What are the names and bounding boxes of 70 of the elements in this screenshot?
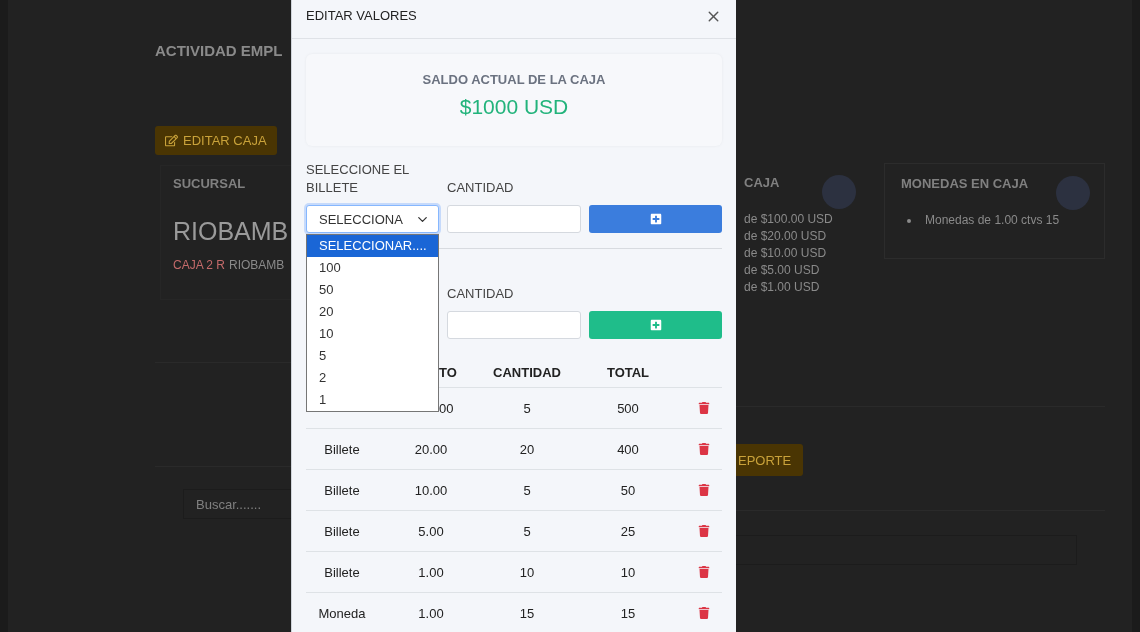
column-header: CANTIDAD	[492, 365, 562, 380]
search-field[interactable]	[736, 535, 1077, 565]
table-cell-text: 1.00	[417, 564, 445, 580]
delete-button[interactable]	[698, 402, 710, 414]
trash-icon	[698, 566, 710, 578]
table-cell-text: 20	[518, 441, 536, 457]
coin-item: Monedas de 1.00 ctvs 15	[925, 213, 1060, 227]
bill-select[interactable]: SELECCIONA	[306, 205, 439, 233]
bill-item: de $100.00 USD	[744, 212, 834, 226]
table-cell-text: Billete	[323, 564, 361, 580]
box-city: RIOBAMB	[229, 258, 285, 272]
trash-icon	[698, 443, 710, 455]
table-cell-text: Billete	[323, 523, 361, 539]
table-cell-text: 15	[619, 605, 637, 621]
branch-name: RIOBAMB	[173, 217, 290, 246]
trash-icon	[698, 402, 710, 414]
table-cell-text: 10	[518, 564, 536, 580]
add-bill-button[interactable]	[589, 205, 722, 233]
dropdown-option[interactable]: SELECCIONAR....	[307, 235, 438, 257]
balance-label: SALDO ACTUAL DE LA CAJA	[422, 72, 606, 87]
trash-icon	[698, 607, 710, 619]
delete-button[interactable]	[698, 566, 710, 578]
bill-item: de $20.00 USD	[744, 229, 828, 243]
table-cell-text: 25	[619, 523, 637, 539]
quantity-input[interactable]	[447, 311, 581, 339]
table-cell-text: 400	[616, 441, 640, 457]
bills-title: CAJA	[744, 175, 781, 190]
modal-title: EDITAR VALORES	[306, 8, 417, 23]
avatar-circle	[822, 175, 856, 209]
table-cell-text: 5	[522, 400, 532, 416]
bill-label: SELECCIONE EL BILLETE	[306, 161, 410, 197]
coins-title: MONEDAS EN CAJA	[901, 176, 1030, 191]
table-cell-text: Billete	[323, 441, 361, 457]
table-cell-text: 5	[522, 523, 532, 539]
table-cell-text: 50	[619, 482, 637, 498]
delete-button[interactable]	[698, 525, 710, 537]
table-cell-text: 1.00	[417, 605, 445, 621]
edit-icon	[165, 134, 178, 147]
delete-button[interactable]	[698, 484, 710, 496]
table-cell-text: 10	[619, 564, 637, 580]
table-cell-text: 10.00	[413, 482, 449, 498]
bill-item: de $5.00 USD	[744, 263, 821, 277]
delete-button[interactable]	[698, 443, 710, 455]
quantity-label: CANTIDAD	[447, 179, 515, 197]
column-header: TO	[438, 365, 458, 380]
page-title: ACTIVIDAD EMPL	[155, 42, 284, 61]
bullet-icon	[907, 219, 911, 223]
table-cell-text: 5.00	[417, 523, 445, 539]
trash-icon	[698, 484, 710, 496]
table-cell-text: Billete	[323, 482, 361, 498]
edit-box-button[interactable]: EDITAR CAJA	[155, 126, 277, 155]
table-cell-text: 20.00	[413, 441, 449, 457]
bill-item: de $1.00 USD	[744, 280, 821, 294]
column-header: TOTAL	[605, 365, 651, 380]
quantity-label: CANTIDAD	[447, 285, 515, 303]
trash-icon	[698, 525, 710, 537]
table-cell-text: 15	[518, 605, 536, 621]
avatar-circle	[1056, 176, 1090, 210]
table-cell-text: Moneda	[317, 605, 367, 621]
delete-button[interactable]	[698, 607, 710, 619]
bill-item: de $10.00 USD	[744, 246, 828, 260]
box-code: CAJA 2 R	[173, 258, 226, 272]
balance-amount: $1000 USD	[459, 95, 569, 119]
search-field[interactable]: Buscar.......	[183, 489, 291, 519]
table-cell-text: 00	[438, 400, 455, 416]
report-button[interactable]: EPORTE	[736, 444, 804, 476]
table-cell-text: 500	[616, 400, 640, 416]
quantity-input[interactable]	[447, 205, 581, 233]
branch-label: SUCURSAL	[173, 176, 247, 191]
table-cell-text: 5	[522, 482, 532, 498]
